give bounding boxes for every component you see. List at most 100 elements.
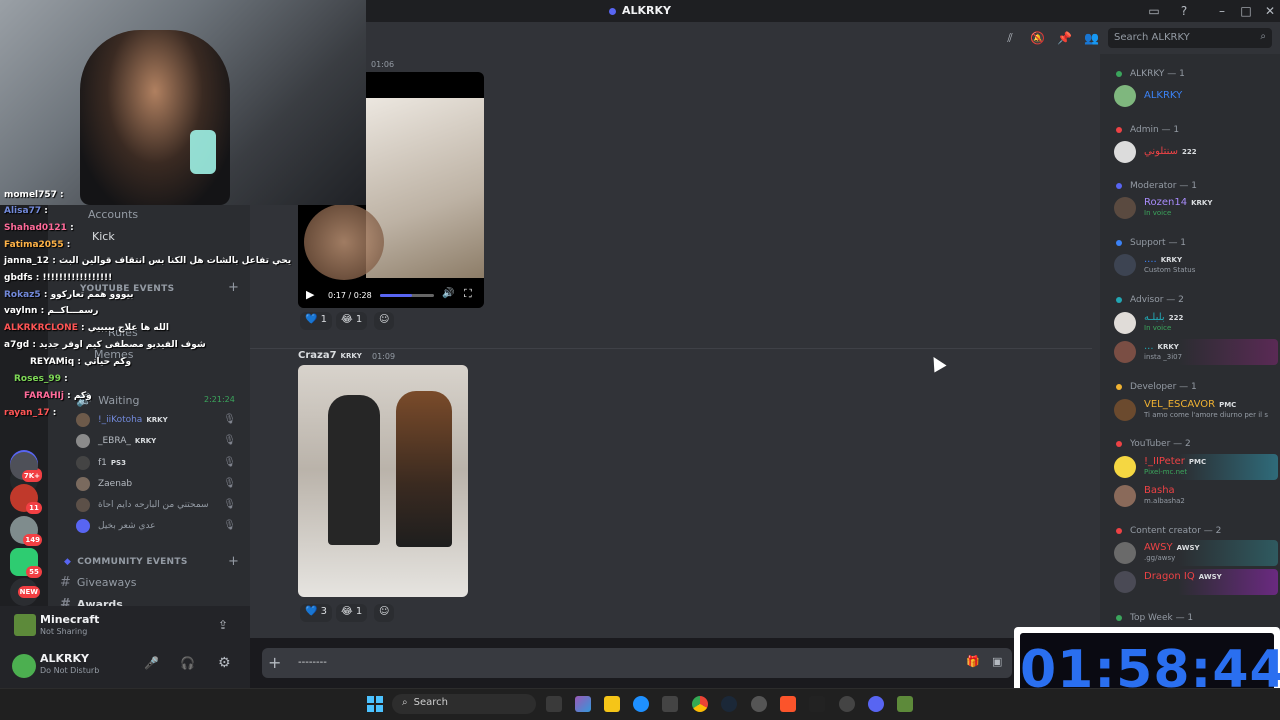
headphones-icon[interactable]: 🎧 xyxy=(180,656,195,670)
chat-line: REYAMiq : وكم حياتي xyxy=(30,357,132,367)
chat-line: rayan_17 : xyxy=(4,408,57,418)
edge-icon[interactable] xyxy=(633,696,649,712)
voice-user[interactable]: عدي شعر بخيل 🎙 xyxy=(76,517,246,537)
steam-icon[interactable] xyxy=(721,696,737,712)
capcut-icon[interactable] xyxy=(809,696,825,712)
threads-icon[interactable]: ⫽ xyxy=(1003,31,1017,45)
reaction[interactable]: 💙 1 xyxy=(300,312,333,330)
screen-icon[interactable]: ▭ xyxy=(1146,3,1162,19)
add-reaction-button[interactable]: ☺ xyxy=(374,604,395,622)
activity-panel: Minecraft Not Sharing ⇪ xyxy=(0,606,250,646)
add-server-icon[interactable]: 55 xyxy=(10,548,42,578)
member[interactable]: Dragon IQ AWSY xyxy=(1112,569,1278,595)
avatar xyxy=(1114,312,1136,334)
image-attachment[interactable] xyxy=(298,365,468,597)
taskbar-search[interactable]: ⌕ Search xyxy=(392,694,536,714)
obs-icon[interactable] xyxy=(751,696,767,712)
category-community-events[interactable]: ◆ COMMUNITY EVENTS xyxy=(64,557,188,567)
member[interactable]: Rozen14 KRKY In voice xyxy=(1112,195,1278,221)
avatar xyxy=(1114,456,1136,478)
chat-line: Roses_99 : xyxy=(14,374,68,384)
search-input[interactable]: Search ALKRKY ⌕ xyxy=(1108,28,1272,48)
chat-line: gbdfs : !!!!!!!!!!!!!!!!! xyxy=(4,273,113,283)
member[interactable]: VEL_ESCAVOR PMC Ti amo come l'amore diurno… xyxy=(1112,397,1278,423)
voice-user[interactable]: Zaenab 🎙 xyxy=(76,475,246,495)
channel-giveaways[interactable]: # Giveaways xyxy=(60,575,136,590)
share-screen-icon[interactable]: ⇪ xyxy=(218,618,228,632)
muted-icon: 🎙 xyxy=(223,478,236,489)
role-header: YouTuber — 2 xyxy=(1116,439,1191,449)
role-header: Moderator — 1 xyxy=(1116,181,1197,191)
stream-chat-overlay: momel757 : Alisa77 : Shahad0121 : Fatima… xyxy=(0,186,300,436)
fullscreen-icon[interactable]: ⛶ xyxy=(464,287,472,301)
help-icon[interactable]: ? xyxy=(1176,3,1192,19)
chrome-icon[interactable] xyxy=(692,696,708,712)
voice-user[interactable]: سمحتني من البارحه دايم احاة 🎙 xyxy=(76,496,246,516)
maximize-icon[interactable]: □ xyxy=(1238,3,1254,19)
muted-icon: 🎙 xyxy=(223,520,236,531)
play-icon[interactable]: ▶ xyxy=(306,288,314,301)
member[interactable]: بلبلـه 222 In voice xyxy=(1112,310,1278,336)
add-attachment-icon[interactable]: + xyxy=(268,653,281,672)
member[interactable]: ALKRKY xyxy=(1112,83,1278,109)
video-progress[interactable] xyxy=(380,294,434,297)
volume-icon[interactable]: 🔊 xyxy=(442,288,454,299)
notifications-muted-icon[interactable]: 🔕 xyxy=(1030,31,1045,45)
message-list[interactable]: 01:06 ▶ 0:17 / 0:28 🔊 ⛶ 💙 1 😂 1 ☺ Craza7… xyxy=(250,54,1100,638)
avatar xyxy=(1114,341,1136,363)
gif-icon[interactable]: ▣ xyxy=(992,655,1002,668)
voice-user[interactable]: f1 PS3 🎙 xyxy=(76,454,246,474)
store-icon[interactable] xyxy=(662,696,678,712)
reaction[interactable]: 😂 1 xyxy=(336,604,368,622)
role-header: Advisor — 2 xyxy=(1116,295,1184,305)
gift-icon[interactable]: 🎁 xyxy=(966,655,980,668)
channel-awards[interactable]: # Awards xyxy=(60,597,123,606)
brave-icon[interactable] xyxy=(780,696,796,712)
role-icon xyxy=(1116,239,1122,246)
image-figure xyxy=(328,395,380,545)
reaction[interactable]: 😂 1 xyxy=(336,312,368,330)
microphone-icon[interactable]: 🎤 xyxy=(144,656,159,670)
windows-start-icon[interactable] xyxy=(367,696,383,712)
add-channel-icon[interactable]: + xyxy=(228,554,239,569)
member[interactable]: Basha m.albasha2 xyxy=(1112,483,1278,509)
add-reaction-button[interactable]: ☺ xyxy=(374,312,395,330)
server-icon[interactable]: 11 xyxy=(10,484,42,514)
role-icon xyxy=(1116,126,1122,133)
member[interactable]: !_IIPeter PMC Pixel-mc.net xyxy=(1112,454,1278,480)
reaction[interactable]: 💙 3 xyxy=(300,604,333,622)
discord-taskbar-icon[interactable] xyxy=(868,696,884,712)
role-icon xyxy=(1116,614,1122,621)
copilot-icon[interactable] xyxy=(575,696,591,712)
chat-line: janna_12 : يحي تفاعل بالشات هل الكنا بس … xyxy=(4,256,292,266)
muted-icon: 🎙 xyxy=(223,457,236,468)
member-list-icon[interactable]: 👥 xyxy=(1084,31,1099,45)
role-header: Support — 1 xyxy=(1116,238,1186,248)
app-icon[interactable] xyxy=(839,696,855,712)
chat-line: Shahad0121 : xyxy=(4,223,74,233)
member[interactable]: .... KRKY Custom Status xyxy=(1112,252,1278,278)
settings-gear-icon[interactable]: ⚙ xyxy=(218,655,231,671)
file-explorer-icon[interactable] xyxy=(604,696,620,712)
user-panel: ALKRKY Do Not Disturb 🎤 🎧 ⚙ xyxy=(0,646,250,688)
avatar xyxy=(1114,485,1136,507)
discover-icon[interactable]: NEW xyxy=(10,578,40,606)
search-icon: ⌕ xyxy=(1260,31,1266,42)
message-author[interactable]: Craza7 KRKY xyxy=(298,350,362,361)
divider xyxy=(250,348,1092,349)
server-icon[interactable]: 149 xyxy=(10,516,42,546)
minimize-icon[interactable]: – xyxy=(1214,3,1230,19)
avatar[interactable] xyxy=(12,654,36,678)
message-composer[interactable]: + -------- 🎁 ▣ xyxy=(262,648,1012,678)
role-header: Content creator — 2 xyxy=(1116,526,1221,536)
member[interactable]: AWSY AWSY .gg/awsy xyxy=(1112,540,1278,566)
server-icon[interactable]: 7K+ xyxy=(10,452,42,482)
minecraft-taskbar-icon[interactable] xyxy=(897,696,913,712)
member[interactable]: ... KRKY insta _3i07 xyxy=(1112,339,1278,365)
role-icon xyxy=(1116,383,1122,390)
task-view-icon[interactable] xyxy=(546,696,562,712)
pin-icon[interactable]: 📌 xyxy=(1057,31,1072,45)
chat-line: Alisa77 : xyxy=(4,206,48,216)
member[interactable]: سنتلوني 222 xyxy=(1112,139,1278,165)
close-icon[interactable]: ✕ xyxy=(1262,3,1278,19)
